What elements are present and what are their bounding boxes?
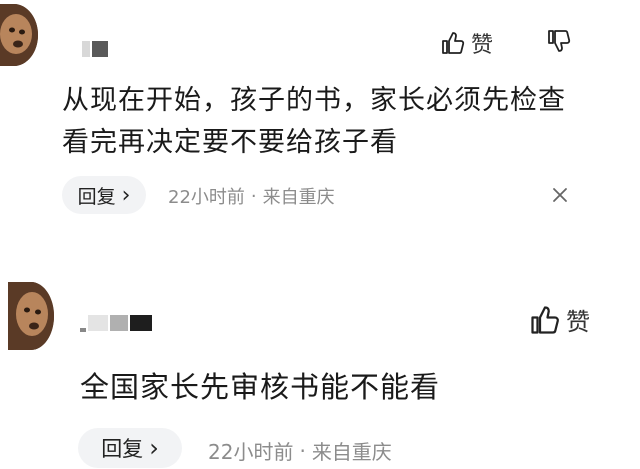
close-icon bbox=[553, 188, 567, 202]
comment-meta: 22小时前 · 来自重庆 bbox=[168, 183, 335, 209]
username-mosaic bbox=[88, 315, 108, 331]
reply-label: 回复 bbox=[101, 437, 144, 461]
thumbs-up-icon bbox=[442, 32, 465, 54]
comment-text: 全国家长先审核书能不能看 bbox=[80, 370, 441, 404]
username-mosaic bbox=[82, 41, 90, 57]
comment-text: 从现在开始，孩子的书，家长必须先检查 看完再决定要不要给孩子看 bbox=[62, 85, 566, 158]
dislike-button[interactable] bbox=[547, 29, 571, 57]
thumbs-down-icon bbox=[548, 30, 571, 52]
like-button[interactable]: 赞 bbox=[530, 302, 590, 337]
reply-button[interactable]: 回复 › bbox=[78, 428, 182, 468]
like-label: 赞 bbox=[471, 33, 494, 58]
meta-separator: · bbox=[250, 185, 257, 207]
comment-item: 赞 全国家长先审核书能不能看 回复 › 22小时前 · 来自重庆 bbox=[0, 270, 640, 469]
chevron-right-icon: › bbox=[121, 182, 131, 208]
username-redacted[interactable] bbox=[80, 314, 152, 332]
comment-item: 赞 从现在开始，孩子的书，家长必须先检查 看完再决定要不要给孩子看 回复 › 2… bbox=[0, 0, 640, 230]
like-button[interactable]: 赞 bbox=[441, 27, 493, 59]
username-mosaic bbox=[92, 41, 108, 57]
thumbs-up-icon bbox=[531, 305, 559, 334]
comment-meta: 22小时前 · 来自重庆 bbox=[208, 436, 392, 465]
avatar[interactable] bbox=[0, 4, 38, 66]
comment-time: 22小时前 bbox=[208, 440, 294, 464]
avatar-image bbox=[8, 282, 54, 350]
username-mosaic bbox=[130, 315, 152, 331]
like-label: 赞 bbox=[566, 308, 590, 336]
username-redacted[interactable] bbox=[82, 40, 108, 58]
avatar[interactable] bbox=[8, 282, 54, 350]
chevron-right-icon: › bbox=[149, 434, 159, 462]
meta-separator: · bbox=[299, 438, 306, 463]
close-button[interactable] bbox=[551, 186, 569, 208]
username-mosaic bbox=[80, 328, 86, 332]
comment-location: 来自重庆 bbox=[311, 440, 392, 464]
avatar-image bbox=[0, 4, 38, 66]
reply-button[interactable]: 回复 › bbox=[62, 176, 146, 214]
comment-location: 来自重庆 bbox=[262, 187, 335, 208]
reply-label: 回复 bbox=[77, 185, 116, 208]
username-mosaic bbox=[110, 315, 128, 331]
comment-time: 22小时前 bbox=[168, 187, 245, 208]
